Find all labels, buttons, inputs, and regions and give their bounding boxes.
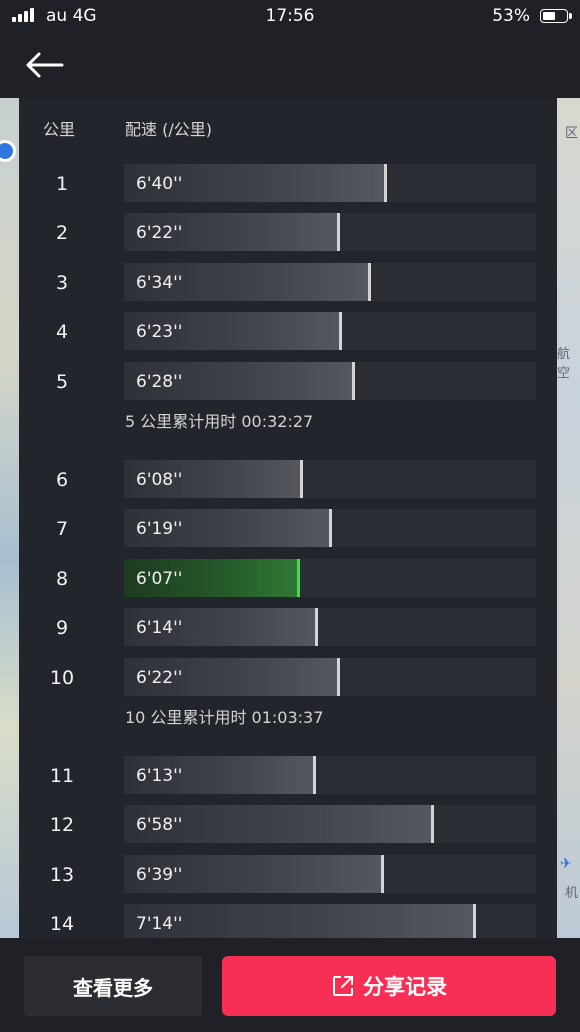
header-pace: 配速 (/公里) <box>125 120 212 139</box>
split-km: 11 <box>49 765 75 787</box>
split-km: 5 <box>55 370 69 393</box>
split-km: 4 <box>55 321 69 344</box>
pace-value: 6'34'' <box>136 272 183 293</box>
column-headers: 公里 配速 (/公里) <box>19 116 557 140</box>
pace-bar-track: 6'58'' <box>124 805 536 844</box>
split-row: 3 6'34'' <box>19 262 557 301</box>
pace-value: 6'23'' <box>136 322 183 343</box>
pace-value: 6'22'' <box>136 223 183 244</box>
map-label: 航空 <box>557 347 571 381</box>
split-row: 14 7'14'' <box>19 904 557 938</box>
cumulative-time-summary: 10 公里累计用时 01:03:37 <box>125 708 324 727</box>
pace-bar-track: 6'19'' <box>124 509 536 548</box>
pace-value: 7'14'' <box>136 914 183 935</box>
bottom-action-bar: 查看更多 分享记录 <box>0 938 580 1032</box>
split-row: 12 6'58'' <box>19 805 557 844</box>
share-record-label: 分享记录 <box>363 975 447 999</box>
pace-bar-track: 6'13'' <box>124 756 536 794</box>
pace-value: 6'08'' <box>136 470 183 490</box>
pace-value: 6'58'' <box>136 815 183 836</box>
split-km: 6 <box>55 469 69 491</box>
pace-value: 6'28'' <box>136 371 183 392</box>
header-km: 公里 <box>43 120 76 139</box>
split-row: 5 6'28'' <box>19 361 557 400</box>
split-km: 10 <box>49 666 75 689</box>
split-km: 2 <box>55 222 69 245</box>
pace-value: 6'07'' <box>136 568 183 589</box>
map-label: 机 <box>564 886 578 901</box>
pace-bar-track: 6'28'' <box>124 361 536 400</box>
pace-value: 6'40'' <box>136 174 183 194</box>
view-more-button[interactable]: 查看更多 <box>24 956 202 1016</box>
split-row: 11 6'13'' <box>19 756 557 794</box>
split-km: 12 <box>49 814 75 837</box>
split-row: 2 6'22'' <box>19 213 557 252</box>
pace-value: 6'19'' <box>136 519 183 540</box>
split-km: 9 <box>55 617 69 640</box>
map-edge-right: 区 航空 ✈ 机 <box>557 98 580 938</box>
pace-bar-track: 6'34'' <box>124 262 536 301</box>
battery-percentage: 53% <box>492 6 530 26</box>
pace-bar-track: 6'07'' <box>124 558 536 597</box>
pace-bar-track: 6'39'' <box>124 854 536 893</box>
split-km: 7 <box>55 518 69 541</box>
split-km: 13 <box>49 863 75 886</box>
split-row: 8 6'07'' <box>19 558 557 597</box>
split-km: 3 <box>55 271 69 294</box>
cumulative-time-summary: 5 公里累计用时 00:32:27 <box>125 412 314 431</box>
pace-bar-track: 6'14'' <box>124 608 536 647</box>
pace-bar-track: 6'08'' <box>124 460 536 498</box>
map-edge-left <box>0 98 19 938</box>
pace-value: 6'22'' <box>136 667 183 688</box>
airplane-icon: ✈ <box>560 856 572 872</box>
status-bar: au 4G 17:56 53% <box>0 0 580 32</box>
back-button[interactable] <box>22 50 66 80</box>
pace-bar-track: 6'22'' <box>124 657 536 696</box>
split-km: 14 <box>49 913 75 936</box>
share-icon <box>333 976 353 996</box>
split-row: 4 6'23'' <box>19 312 557 351</box>
split-km: 8 <box>55 567 69 590</box>
battery-icon <box>540 9 572 23</box>
split-row: 9 6'14'' <box>19 608 557 647</box>
split-row: 1 6'40'' <box>19 164 557 202</box>
pace-bar-track: 6'23'' <box>124 312 536 351</box>
pace-bar-track: 6'22'' <box>124 213 536 252</box>
pace-bar-track: 6'40'' <box>124 164 536 202</box>
pace-value: 6'13'' <box>136 766 183 786</box>
split-row: 10 6'22'' <box>19 657 557 696</box>
pace-value: 6'14'' <box>136 618 183 639</box>
share-record-button[interactable]: 分享记录 <box>222 956 556 1016</box>
split-km: 1 <box>55 173 69 195</box>
split-row: 13 6'39'' <box>19 854 557 893</box>
pace-value: 6'39'' <box>136 864 183 885</box>
map-label: 区 <box>564 126 578 141</box>
pace-bar-track: 7'14'' <box>124 904 536 938</box>
back-arrow-icon <box>26 52 64 78</box>
location-pin-icon <box>0 140 16 162</box>
view-more-label: 查看更多 <box>73 975 153 1000</box>
split-row: 6 6'08'' <box>19 460 557 498</box>
pace-panel: 公里 配速 (/公里) 1 6'40'' 2 6'22'' 3 6'34'' 4 6'23''… <box>19 98 557 938</box>
split-row: 7 6'19'' <box>19 509 557 548</box>
